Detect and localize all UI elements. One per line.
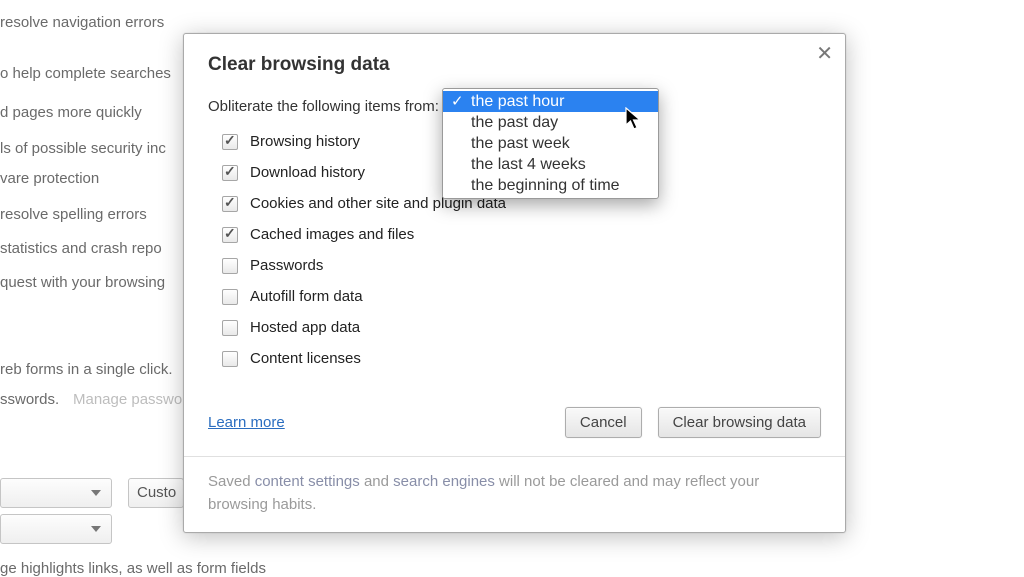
background-text: sswords. bbox=[0, 391, 59, 408]
background-text: reb forms in a single click. bbox=[0, 361, 173, 378]
clear-item-label: Content licenses bbox=[250, 350, 361, 367]
clear-item-checkbox[interactable] bbox=[222, 351, 238, 367]
clear-item-checkbox[interactable] bbox=[222, 289, 238, 305]
clear-item-checkbox[interactable] bbox=[222, 258, 238, 274]
clear-item-checkbox[interactable] bbox=[222, 165, 238, 181]
clear-item-label: Passwords bbox=[250, 257, 323, 274]
clear-item-row: Hosted app data bbox=[222, 319, 821, 336]
close-icon[interactable]: ✕ bbox=[816, 44, 833, 64]
clear-item-row: Autofill form data bbox=[222, 288, 821, 305]
background-select-1[interactable] bbox=[0, 478, 112, 508]
clear-item-checkbox[interactable] bbox=[222, 227, 238, 243]
background-text: resolve navigation errors bbox=[0, 14, 164, 31]
background-text: resolve spelling errors bbox=[0, 206, 147, 223]
dialog-title: Clear browsing data bbox=[208, 54, 821, 76]
clear-item-row: Content licenses bbox=[222, 350, 821, 367]
search-engines-text: search engines bbox=[393, 473, 495, 490]
background-text: o help complete searches bbox=[0, 65, 171, 82]
chevron-down-icon bbox=[91, 490, 101, 496]
time-range-option[interactable]: the beginning of time bbox=[443, 175, 658, 196]
time-range-option[interactable]: the past day bbox=[443, 112, 658, 133]
background-select-3[interactable] bbox=[0, 514, 112, 544]
background-text: ls of possible security inc bbox=[0, 140, 166, 157]
time-range-dropdown[interactable]: the past hourthe past daythe past weekth… bbox=[442, 88, 659, 199]
clear-item-checkbox[interactable] bbox=[222, 320, 238, 336]
background-text: vare protection bbox=[0, 170, 99, 187]
clear-item-row: Passwords bbox=[222, 257, 821, 274]
dialog-actions: Learn more Cancel Clear browsing data bbox=[208, 407, 821, 438]
clear-item-row: Cached images and files bbox=[222, 226, 821, 243]
clear-item-label: Autofill form data bbox=[250, 288, 363, 305]
time-range-option[interactable]: the past hour bbox=[443, 91, 658, 112]
cancel-button[interactable]: Cancel bbox=[565, 407, 642, 438]
time-range-option[interactable]: the last 4 weeks bbox=[443, 154, 658, 175]
learn-more-link[interactable]: Learn more bbox=[208, 414, 285, 431]
clear-item-label: Download history bbox=[250, 164, 365, 181]
dialog-footer-note: Saved content settings and search engine… bbox=[208, 471, 821, 516]
clear-item-label: Hosted app data bbox=[250, 319, 360, 336]
content-settings-text: content settings bbox=[255, 473, 360, 490]
clear-item-checkbox[interactable] bbox=[222, 196, 238, 212]
background-text: quest with your browsing bbox=[0, 274, 165, 291]
clear-item-label: Cached images and files bbox=[250, 226, 414, 243]
background-text: d pages more quickly bbox=[0, 104, 142, 121]
chevron-down-icon bbox=[91, 526, 101, 532]
clear-item-checkbox[interactable] bbox=[222, 134, 238, 150]
background-select-2[interactable]: Custo bbox=[128, 478, 184, 508]
background-text: statistics and crash repo bbox=[0, 240, 162, 257]
clear-item-label: Browsing history bbox=[250, 133, 360, 150]
clear-browsing-data-button[interactable]: Clear browsing data bbox=[658, 407, 821, 438]
time-range-option[interactable]: the past week bbox=[443, 133, 658, 154]
background-text: ge highlights links, as well as form fie… bbox=[0, 560, 266, 577]
manage-passwords-link[interactable]: Manage passwo bbox=[73, 391, 182, 408]
divider bbox=[184, 456, 845, 457]
